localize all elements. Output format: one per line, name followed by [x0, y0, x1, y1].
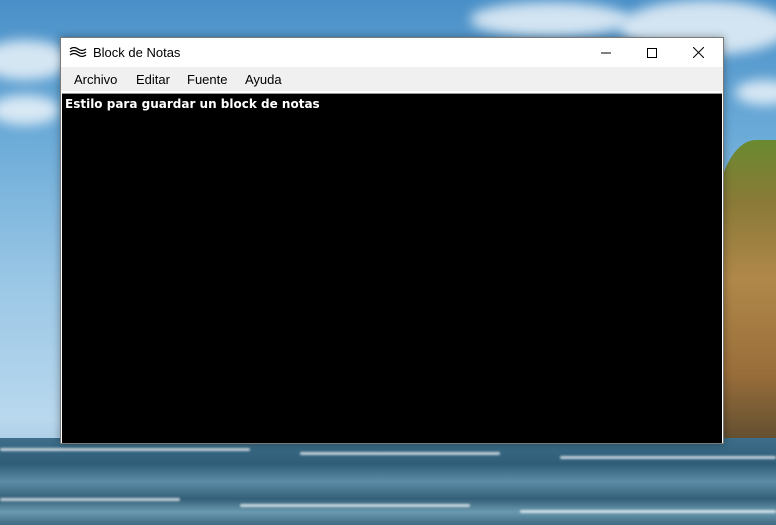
- sea: [0, 438, 776, 525]
- menu-editar[interactable]: Editar: [136, 72, 170, 87]
- minimize-button[interactable]: [583, 38, 629, 67]
- editor-content[interactable]: Estilo para guardar un block de notas: [65, 97, 320, 111]
- notepad-waves-icon: [69, 45, 87, 59]
- menu-fuente[interactable]: Fuente: [187, 72, 227, 87]
- text-editor-area[interactable]: Estilo para guardar un block de notas: [62, 93, 722, 443]
- close-button[interactable]: [675, 38, 721, 67]
- window-title: Block de Notas: [93, 45, 181, 60]
- close-icon: [692, 47, 704, 58]
- title-bar[interactable]: Block de Notas: [61, 38, 723, 67]
- notepad-window: Block de Notas Archivo Editar Fuente Ayu…: [60, 37, 724, 444]
- maximize-icon: [647, 47, 657, 58]
- menu-bar: Archivo Editar Fuente Ayuda: [61, 67, 723, 91]
- maximize-button[interactable]: [629, 38, 675, 67]
- menu-ayuda[interactable]: Ayuda: [245, 72, 282, 87]
- menu-archivo[interactable]: Archivo: [74, 72, 117, 87]
- cliff: [716, 140, 776, 450]
- minimize-icon: [601, 52, 611, 53]
